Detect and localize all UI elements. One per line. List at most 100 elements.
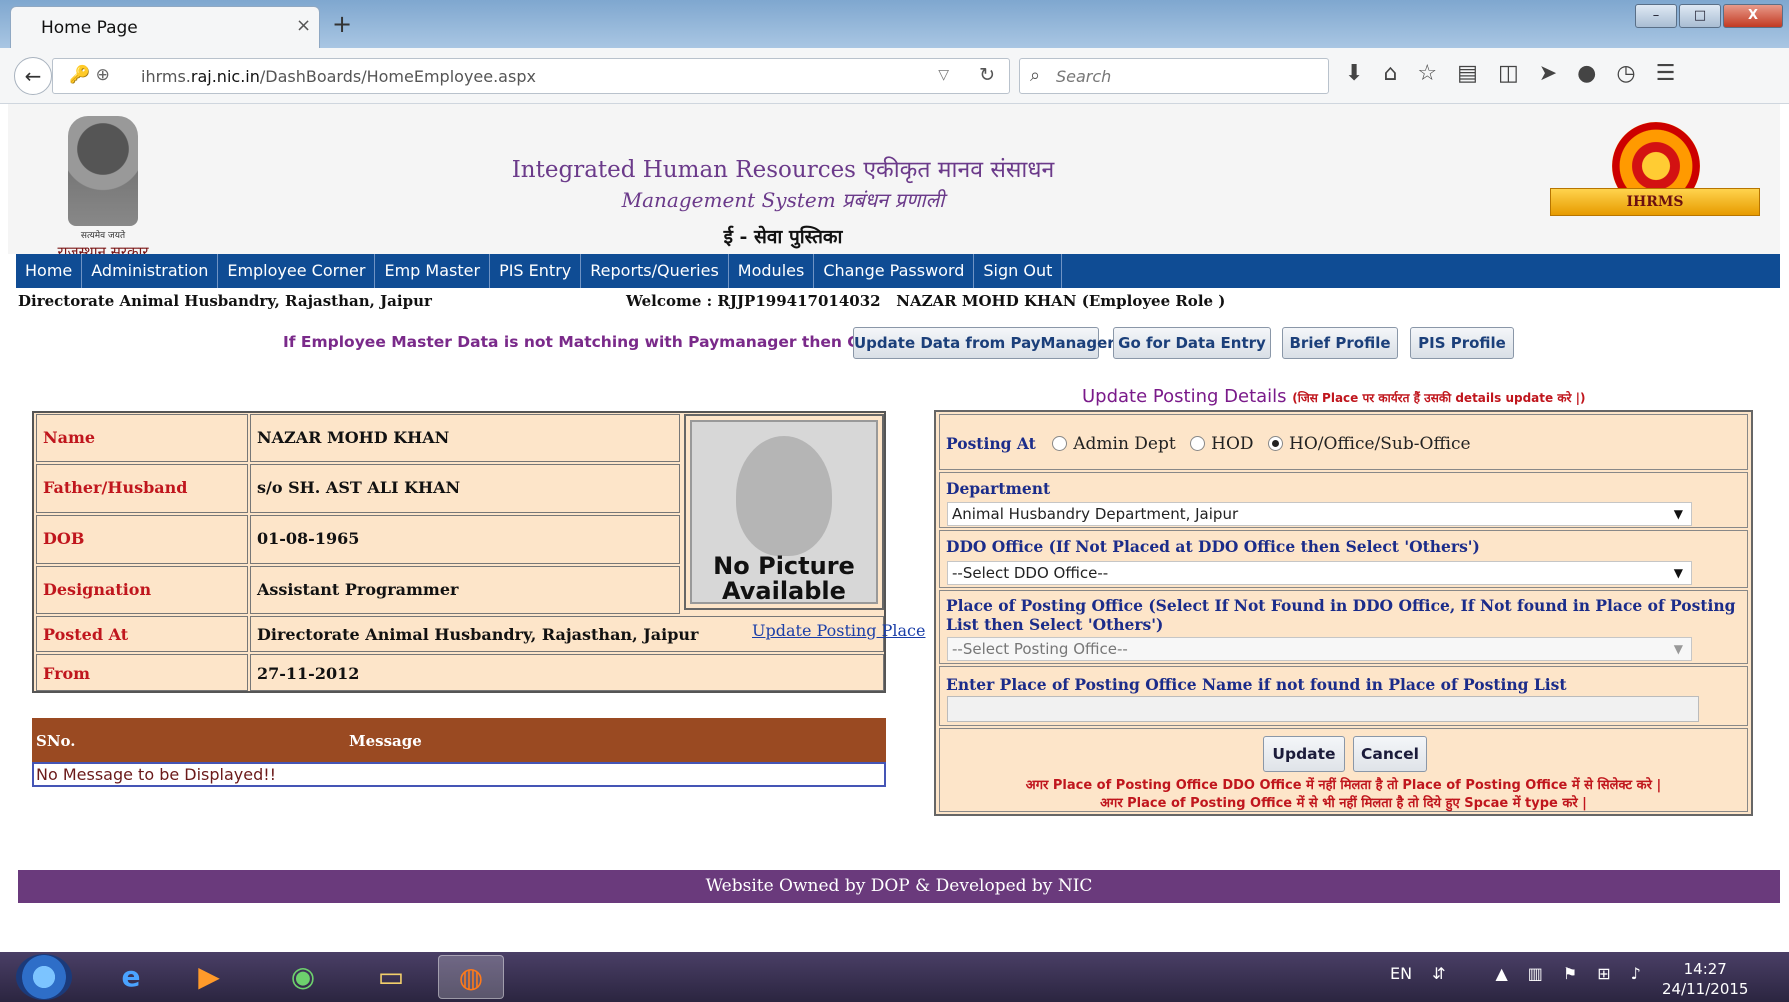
language-indicator[interactable]: EN	[1390, 964, 1412, 983]
new-tab-button[interactable]: +	[332, 10, 352, 38]
menu-icon[interactable]: ☰	[1656, 61, 1676, 86]
close-window-button[interactable]: X	[1723, 4, 1783, 28]
keyboard-icon[interactable]: ⇵	[1432, 964, 1445, 983]
tab-close-icon[interactable]: ×	[296, 15, 311, 36]
tray-expand-icon[interactable]: ▲	[1495, 964, 1507, 983]
no-picture-placeholder: No Picture Available	[690, 420, 878, 604]
label-dob: DOB	[36, 515, 248, 564]
value-name: NAZAR MOHD KHAN	[250, 414, 680, 462]
label-designation: Designation	[36, 566, 248, 614]
brief-profile-button[interactable]: Brief Profile	[1282, 327, 1398, 359]
action-center-flag-icon[interactable]: ⚑	[1563, 964, 1577, 983]
windows-update-icon[interactable]: ⊞	[1597, 964, 1610, 983]
posting-at-row: Posting At Admin Dept HOD HO/Office/Sub-…	[939, 414, 1748, 470]
ie-icon[interactable]: e	[98, 955, 164, 999]
ddo-office-label: DDO Office (If Not Placed at DDO Office …	[946, 537, 1480, 556]
url-dropdown-icon[interactable]: ▽	[938, 67, 949, 83]
site-footer: Website Owned by DOP & Developed by NIC	[18, 870, 1780, 903]
toolbar-icons: ⬇ ⌂ ☆ ▤ ◫ ➤ ● ◷ ☰	[1345, 61, 1675, 86]
chrome-like-icon[interactable]: ◉	[270, 955, 336, 999]
menu-employee-corner[interactable]: Employee Corner	[218, 254, 376, 288]
ihrms-logo: IHRMS	[1550, 122, 1760, 232]
menu-sign-out[interactable]: Sign Out	[974, 254, 1063, 288]
label-posted-at: Posted At	[36, 616, 248, 652]
start-button[interactable]	[16, 954, 72, 1000]
clock-date: 24/11/2015	[1662, 980, 1749, 998]
reading-list-icon[interactable]: ▤	[1457, 61, 1478, 86]
page-header: सत्यमेव जयते राजस्थान सरकार Integrated H…	[8, 104, 1780, 261]
messages-empty-text: No Message to be Displayed!!	[32, 762, 886, 787]
pocket-icon[interactable]: ◫	[1498, 61, 1519, 86]
office-name: Directorate Animal Husbandry, Rajasthan,…	[18, 292, 432, 310]
menu-emp-master[interactable]: Emp Master	[375, 254, 491, 288]
maximize-button[interactable]: □	[1679, 4, 1721, 28]
radio-ho-office-label[interactable]: HO/Office/Sub-Office	[1289, 434, 1471, 454]
chat-icon[interactable]: ●	[1577, 61, 1596, 86]
radio-admin-dept[interactable]	[1052, 436, 1068, 451]
network-icon[interactable]: ▥	[1528, 964, 1543, 983]
download-icon[interactable]: ⬇	[1345, 61, 1363, 86]
windows-taskbar: e ▶ ◉ ▭ ◍ EN ⇵ ▲ ▥ ⚑ ⊞ ♪ 14:27 24/11/201…	[0, 952, 1789, 1002]
search-placeholder: Search	[1056, 67, 1112, 86]
update-posting-place-link[interactable]: Update Posting Place	[752, 621, 925, 640]
bookmark-star-icon[interactable]: ☆	[1417, 61, 1437, 86]
menu-home[interactable]: Home	[16, 254, 83, 288]
person-silhouette-icon	[736, 436, 832, 556]
send-icon[interactable]: ➤	[1539, 61, 1557, 86]
radio-admin-dept-label[interactable]: Admin Dept	[1073, 434, 1175, 454]
department-row: Department Animal Husbandry Department, …	[939, 472, 1748, 528]
label-name: Name	[36, 414, 248, 462]
office-name-input[interactable]	[947, 696, 1699, 722]
back-button[interactable]: ←	[14, 57, 52, 95]
welcome-text: Welcome : RJJP199417014032 NAZAR MOHD KH…	[626, 292, 1226, 310]
site-info-icon[interactable]: 🔑 ⊕	[69, 65, 110, 85]
menu-modules[interactable]: Modules	[729, 254, 815, 288]
ashoka-emblem-icon	[68, 116, 138, 226]
ddo-office-selected-value: --Select DDO Office--	[952, 564, 1109, 582]
browser-tab[interactable]: Home Page ×	[10, 6, 320, 48]
messages-col-message: Message	[349, 732, 422, 750]
menu-administration[interactable]: Administration	[82, 254, 219, 288]
url-text[interactable]: ihrms.raj.nic.in/DashBoards/HomeEmployee…	[141, 67, 536, 86]
label-from: From	[36, 654, 248, 691]
value-from: 27-11-2012	[250, 654, 884, 691]
radio-hod[interactable]	[1190, 436, 1206, 451]
home-icon[interactable]: ⌂	[1383, 61, 1397, 86]
go-for-data-entry-button[interactable]: Go for Data Entry	[1113, 327, 1271, 359]
paymanager-notice: If Employee Master Data is not Matching …	[283, 333, 923, 351]
posting-office-select[interactable]: --Select Posting Office-- ▼	[947, 637, 1692, 661]
radio-hod-label[interactable]: HOD	[1211, 434, 1253, 454]
department-selected-value: Animal Husbandry Department, Jaipur	[952, 505, 1239, 523]
label-father-husband: Father/Husband	[36, 464, 248, 513]
update-posting-form: Posting At Admin Dept HOD HO/Office/Sub-…	[934, 410, 1753, 816]
no-picture-line2: Available	[722, 577, 846, 604]
brand-title-hi: एकीकृत मानव संसाधन	[863, 157, 1055, 183]
url-bar[interactable]: 🔑 ⊕ ihrms.raj.nic.in/DashBoards/HomeEmpl…	[52, 58, 1010, 94]
search-bar[interactable]: ⌕ Search	[1019, 58, 1329, 94]
history-icon[interactable]: ◷	[1616, 61, 1635, 86]
site-title: Integrated Human Resources एकीकृत मानव स…	[473, 152, 1093, 249]
menu-pis-entry[interactable]: PIS Entry	[490, 254, 582, 288]
menu-change-password[interactable]: Change Password	[814, 254, 975, 288]
file-explorer-icon[interactable]: ▭	[358, 955, 424, 999]
tab-title: Home Page	[41, 18, 138, 38]
posting-note-1: अगर Place of Posting Office DDO Office म…	[1025, 778, 1662, 793]
reload-icon[interactable]: ↻	[979, 64, 995, 86]
system-clock[interactable]: 14:27 24/11/2015	[1662, 959, 1748, 999]
radio-ho-office-sub-office[interactable]	[1268, 436, 1284, 451]
ddo-office-select[interactable]: --Select DDO Office-- ▼	[947, 561, 1692, 585]
update-from-paymanager-button[interactable]: Update Data from PayManager	[853, 327, 1115, 359]
firefox-icon[interactable]: ◍	[438, 955, 504, 999]
messages-header: SNo. Message	[32, 718, 886, 762]
update-button[interactable]: Update	[1263, 736, 1345, 772]
pis-profile-button[interactable]: PIS Profile	[1410, 327, 1514, 359]
volume-icon[interactable]: ♪	[1631, 964, 1641, 983]
media-player-icon[interactable]: ▶	[176, 955, 242, 999]
cancel-button[interactable]: Cancel	[1353, 736, 1427, 772]
enter-office-label: Enter Place of Posting Office Name if no…	[946, 675, 1567, 694]
minimize-button[interactable]: –	[1635, 4, 1677, 28]
menu-reports-queries[interactable]: Reports/Queries	[581, 254, 729, 288]
department-select[interactable]: Animal Husbandry Department, Jaipur ▼	[947, 502, 1692, 526]
place-of-posting-row: Place of Posting Office (Select If Not F…	[939, 590, 1748, 664]
place-of-posting-label: Place of Posting Office (Select If Not F…	[946, 596, 1736, 634]
